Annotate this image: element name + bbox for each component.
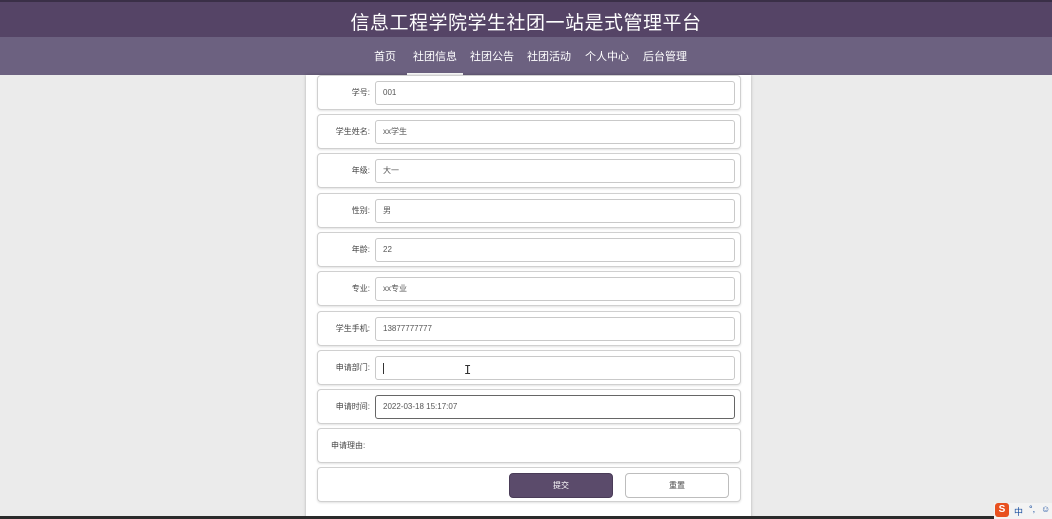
nav-item-home[interactable]: 首页 (374, 48, 396, 64)
phone-field[interactable]: 13877777777 (375, 317, 735, 341)
department-label: 申请部门: (335, 363, 370, 372)
gender-label: 性别: (351, 206, 370, 215)
grade-field[interactable]: 大一 (375, 159, 735, 183)
form-row-reason: 申请理由: (317, 428, 741, 463)
student-id-label: 学号: (351, 88, 370, 97)
form-row-student-name: 学生姓名: xx学生 (317, 114, 741, 149)
apply-time-label: 申请时间: (335, 402, 370, 411)
nav-item-club-info[interactable]: 社团信息 (407, 48, 463, 76)
reset-button[interactable]: 重置 (625, 473, 729, 498)
gender-field[interactable]: 男 (375, 199, 735, 223)
age-label: 年龄: (351, 245, 370, 254)
phone-label: 学生手机: (335, 324, 370, 333)
student-name-field[interactable]: xx学生 (375, 120, 735, 144)
application-form-panel: 学号: 001 学生姓名: xx学生 年级: 大一 性别: 男 年龄: 22 专… (306, 75, 751, 519)
header-bar: 信息工程学院学生社团一站是式管理平台 (0, 0, 1052, 37)
form-row-major: 专业: xx专业 (317, 271, 741, 306)
reason-label: 申请理由: (331, 441, 366, 450)
nav-item-club-notices[interactable]: 社团公告 (470, 48, 514, 64)
nav-item-club-activities[interactable]: 社团活动 (527, 48, 571, 64)
form-row-department: 申请部门: I (317, 350, 741, 385)
form-row-student-id: 学号: 001 (317, 75, 741, 110)
form-row-phone: 学生手机: 13877777777 (317, 311, 741, 346)
nav-item-admin[interactable]: 后台管理 (643, 48, 687, 64)
form-row-age: 年龄: 22 (317, 232, 741, 267)
form-row-grade: 年级: 大一 (317, 153, 741, 188)
age-field[interactable]: 22 (375, 238, 735, 262)
ime-punctuation-icon[interactable]: °, (1029, 504, 1035, 514)
form-row-apply-time: 申请时间: 2022-03-18 15:17:07 (317, 389, 741, 424)
major-label: 专业: (351, 284, 370, 293)
grade-label: 年级: (351, 166, 370, 175)
ime-emoji-icon[interactable]: ☺ (1041, 504, 1050, 514)
submit-button[interactable]: 提交 (509, 473, 613, 498)
ime-toolbar[interactable]: S 中 °, ☺ (994, 503, 1052, 519)
form-actions: 提交 重置 (317, 467, 741, 502)
text-caret (383, 363, 384, 374)
main-nav: 首页 社团信息 社团公告 社团活动 个人中心 后台管理 (0, 37, 1052, 76)
ibeam-cursor-icon: I (464, 363, 472, 377)
student-name-label: 学生姓名: (335, 127, 370, 136)
sogou-logo-icon[interactable]: S (995, 503, 1009, 517)
student-id-field[interactable]: 001 (375, 81, 735, 105)
apply-time-field[interactable]: 2022-03-18 15:17:07 (375, 395, 735, 419)
department-field[interactable]: I (375, 356, 735, 380)
form-row-gender: 性别: 男 (317, 193, 741, 228)
ime-language-toggle[interactable]: 中 (1014, 505, 1023, 518)
nav-item-personal-center[interactable]: 个人中心 (585, 48, 629, 64)
major-field[interactable]: xx专业 (375, 277, 735, 301)
site-title: 信息工程学院学生社团一站是式管理平台 (350, 13, 702, 34)
